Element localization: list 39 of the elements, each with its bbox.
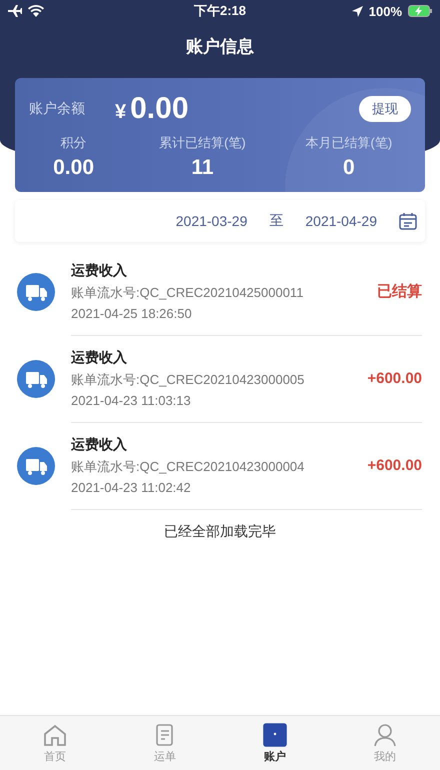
transaction-amount: +600.00 <box>367 457 422 474</box>
calendar-icon[interactable] <box>399 212 417 230</box>
status-time: 下午2:18 <box>194 2 246 20</box>
truck-icon <box>17 272 55 310</box>
transaction-time: 2021-04-25 18:26:50 <box>71 306 193 321</box>
serial-number: 账单流水号:QC_CREC20210423000005 <box>71 371 306 389</box>
transaction-title: 运费收入 <box>71 349 128 367</box>
airplane-icon <box>8 5 22 17</box>
stat-value: 11 <box>191 156 214 180</box>
serial-number: 账单流水号:QC_CREC20210425000011 <box>71 284 304 302</box>
stat-label: 累计已结算(笔) <box>159 134 246 152</box>
battery-icon <box>408 5 432 17</box>
transaction-amount: 已结算 <box>377 282 422 301</box>
truck-icon <box>17 446 55 484</box>
transaction-amount: +600.00 <box>367 370 422 387</box>
stat-label: 本月已结算(笔) <box>306 134 392 152</box>
transaction-title: 运费收入 <box>71 262 128 280</box>
start-date[interactable]: 2021-03-29 <box>176 213 248 229</box>
battery-percentage: 100% <box>368 4 402 18</box>
balance-label: 账户余额 <box>29 100 86 118</box>
transaction-time: 2021-04-23 11:02:42 <box>71 480 192 495</box>
stat-value: 0 <box>343 156 355 180</box>
person-icon <box>373 722 397 746</box>
serial-number: 账单流水号:QC_CREC20210423000004 <box>71 458 306 476</box>
page-title: 账户信息 <box>185 36 255 58</box>
transaction-time: 2021-04-23 11:03:13 <box>71 393 192 408</box>
date-separator: 至 <box>269 212 284 230</box>
stat-value: 0.00 <box>53 156 94 180</box>
home-icon <box>42 722 68 746</box>
location-arrow-icon <box>352 6 363 16</box>
balance-amount: ¥0.00 <box>115 92 189 126</box>
list-end-text: 已经全部加载完毕 <box>163 523 277 541</box>
withdraw-button[interactable]: 提现 <box>359 96 411 122</box>
transaction-title: 运费收入 <box>71 436 128 454</box>
truck-icon <box>17 360 55 398</box>
end-date[interactable]: 2021-04-29 <box>305 213 377 229</box>
tab-bar-item[interactable]: 账户 <box>220 716 330 770</box>
stat-label: 积分 <box>60 134 87 152</box>
wifi-icon <box>28 5 44 17</box>
